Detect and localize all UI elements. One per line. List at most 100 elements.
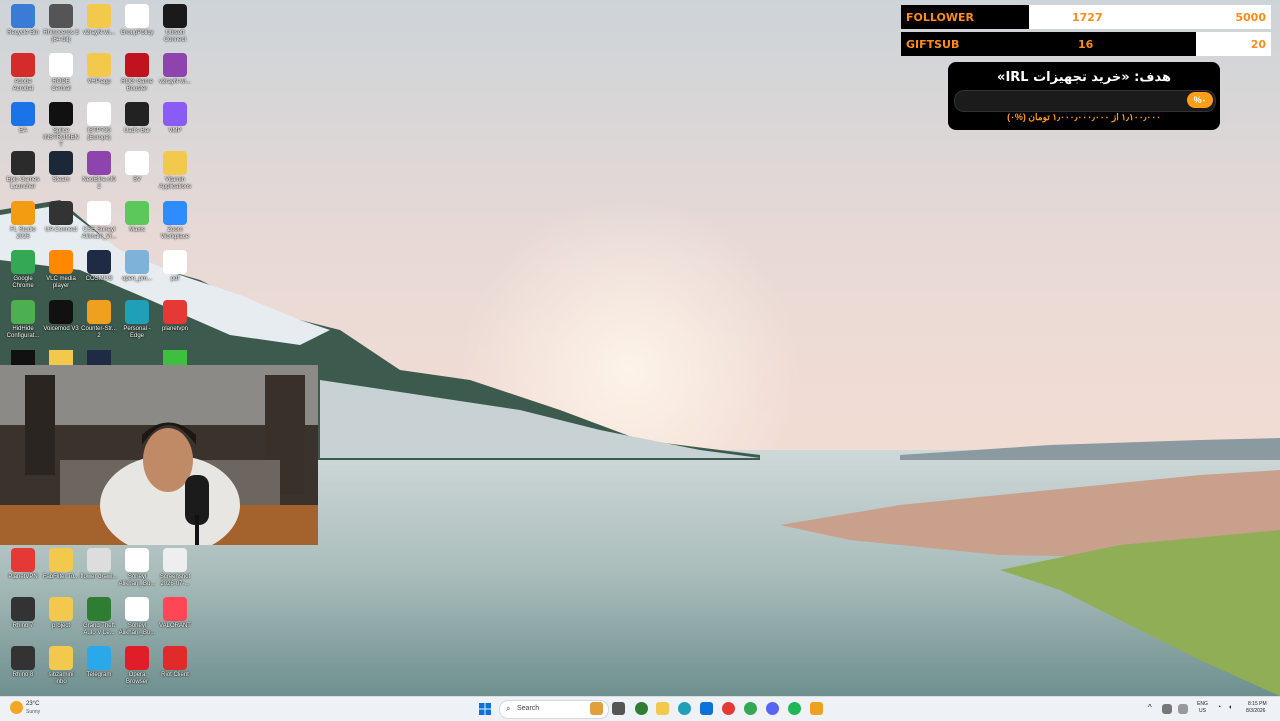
desktop-icon[interactable]: Steam — [42, 151, 80, 184]
desktop-icon[interactable]: NeoEfire.nf0 2 — [80, 151, 118, 191]
desktop-icon[interactable]: UA Connect — [42, 201, 80, 234]
desktop-icon[interactable]: Splice INSTRUMENT — [42, 102, 80, 149]
desktop-icon[interactable]: RODE Central — [42, 53, 80, 93]
desktop-icon[interactable]: planetvpn — [156, 300, 194, 333]
task-view-icon[interactable] — [612, 702, 625, 715]
desktop-icon[interactable]: SV — [118, 151, 156, 184]
desktop-icon-label: Counter-Str... 2 — [81, 326, 117, 339]
desktop-icon[interactable]: Rhinoceros 8 (64-bit) — [42, 4, 80, 44]
weather-temp: 23°C — [26, 701, 40, 707]
desktop-icon[interactable]: Maxis — [118, 201, 156, 234]
giftsub-target: 20 — [1250, 37, 1266, 51]
desktop-icon[interactable]: ROG Game Booster — [118, 53, 156, 93]
giftsub-current: 16 — [1078, 37, 1094, 51]
desktop-icon-label: Epic Games Launcher — [6, 177, 40, 190]
desktop-icon[interactable]: EA — [4, 102, 42, 135]
discord-icon[interactable] — [766, 702, 779, 715]
desktop-icon[interactable]: open_pm... — [118, 250, 156, 283]
ua-icon — [49, 201, 73, 225]
desktop-icon-label: Zoom Workplace — [160, 227, 190, 240]
desktop-icon[interactable]: Opera Browser — [118, 646, 156, 686]
image-icon — [87, 548, 111, 572]
desktop-icon[interactable]: v2rayN-wi... — [80, 4, 118, 37]
desktop-icon[interactable]: Personal - Edge — [118, 300, 156, 340]
desktop-icon[interactable]: Ubisoft Connect — [156, 4, 194, 44]
edge-icon — [125, 300, 149, 324]
folder-icon[interactable] — [49, 350, 73, 365]
xbox-icon[interactable] — [635, 702, 648, 715]
desktop-icon[interactable]: Counter-Str... 2 — [80, 300, 118, 340]
desktop-icon[interactable]: VHP.app — [80, 53, 118, 86]
desktop-icon[interactable]: CSE Soheyl Alikhani_Vi... — [80, 201, 118, 241]
up-arrow-icon[interactable] — [163, 350, 187, 365]
desktop-icon-label: Recycle Bin — [7, 30, 39, 36]
desktop-icon[interactable]: ISTP730 (Europe) — [80, 102, 118, 142]
epic-icon — [11, 151, 35, 175]
desktop-icon[interactable]: Screenshot 2026-07-... — [156, 548, 194, 588]
desktop-icon[interactable]: Voicemod V3 — [42, 300, 80, 333]
desktop-icon-label: Adobe Acrobat — [12, 79, 34, 92]
desktop-icon[interactable]: COSMOS — [80, 250, 118, 283]
desktop-icon[interactable]: Grand Theft Auto V Le... — [80, 597, 118, 637]
weather-desc: Sunny — [26, 709, 41, 715]
wifi-icon[interactable]: ◔ — [1217, 704, 1221, 711]
desktop-icon[interactable]: Rhino 7 — [4, 597, 42, 630]
desktop-icon[interactable]: Vitamin Applications — [156, 151, 194, 191]
spotify-icon[interactable] — [788, 702, 801, 715]
valorant-icon — [163, 597, 187, 621]
uad-icon[interactable] — [11, 350, 35, 365]
cs2-icon[interactable] — [810, 702, 823, 715]
desktop-icon[interactable]: Zoom Workplace — [156, 201, 194, 241]
language-bottom[interactable]: US — [1199, 708, 1206, 714]
planetvpn-icon[interactable] — [722, 702, 735, 715]
edge-icon[interactable] — [678, 702, 691, 715]
goal-amount-text: ۱٫۱۰۰٫۰۰۰ از ۱٫۰۰۰٫۰۰۰٫۰۰۰ تومان (%۰) — [1007, 112, 1161, 122]
desktop-icon[interactable]: Google Chrome — [4, 250, 42, 290]
desktop-icon[interactable]: sibzamini inbo — [42, 646, 80, 686]
desktop-icon[interactable]: Uad's Bar — [118, 102, 156, 135]
desktop-icon[interactable]: VALORANT — [156, 597, 194, 630]
desktop-icon[interactable]: VLC media player — [42, 250, 80, 290]
desktop-icon[interactable]: Rhino 8 — [4, 646, 42, 679]
desktop-icon[interactable]: Telegram — [80, 646, 118, 679]
flstudio-icon — [11, 201, 35, 225]
clock-time[interactable]: 8:15 PM — [1248, 701, 1267, 707]
rhino-icon — [49, 4, 73, 28]
desktop-icon-label: Ubisoft Connect — [163, 30, 187, 43]
desktop-icon[interactable]: HidHide Configurat... — [4, 300, 42, 340]
chevron-up-icon[interactable]: ^ — [1148, 703, 1152, 712]
desktop-icon[interactable]: Adobe Acrobat — [4, 53, 42, 93]
desktop-icon[interactable]: Epic Games Launcher — [4, 151, 42, 191]
acrobat-icon — [11, 53, 35, 77]
desktop-icon-label: open_pm... — [121, 276, 153, 282]
desktop-icon[interactable]: GroupPolicy — [118, 4, 156, 37]
desktop-icon-label: VMP — [168, 128, 182, 134]
store-icon[interactable] — [700, 702, 713, 715]
desktop-icon[interactable]: flower drawi... — [80, 548, 118, 581]
desktop-icon[interactable]: v2rayN-wi... — [156, 53, 194, 86]
desktop-icon[interactable]: project — [42, 597, 80, 630]
desktop-icon[interactable]: FL Studio 2025 — [4, 201, 42, 241]
desktop-icon[interactable]: FabFilter.To... — [42, 548, 80, 581]
desktop-icon[interactable]: Soheyl Alikhani_Bu... — [118, 597, 156, 637]
app-icon[interactable] — [87, 350, 111, 365]
cosmos-icon — [87, 250, 111, 274]
desktop-icon[interactable]: VMP — [156, 102, 194, 135]
desktop-icon[interactable]: PlanetVPN — [4, 548, 42, 581]
clock-date[interactable]: 8/3/2026 — [1246, 708, 1265, 714]
chrome-icon[interactable] — [744, 702, 757, 715]
volume-icon[interactable]: ◖ — [1228, 704, 1232, 711]
desktop-icon[interactable]: Soheyl Alikhani_Bu... — [118, 548, 156, 588]
tray-app-icon-2[interactable] — [1178, 704, 1188, 714]
file-explorer-icon[interactable] — [656, 702, 669, 715]
tray-app-icon[interactable] — [1162, 704, 1172, 714]
language-top[interactable]: ENG — [1197, 701, 1208, 707]
desktop-icon[interactable]: Recycle Bin — [4, 4, 42, 37]
weather-icon[interactable] — [10, 701, 23, 714]
search-highlight-icon[interactable] — [590, 702, 603, 715]
desktop-icon[interactable]: Riot Client — [156, 646, 194, 679]
desktop-icon-label: planetvpn — [161, 326, 189, 332]
follower-label-segment: FOLLOWER — [901, 5, 1029, 29]
desktop-icon[interactable]: pdf — [156, 250, 194, 283]
windows-start-icon[interactable] — [479, 702, 491, 715]
